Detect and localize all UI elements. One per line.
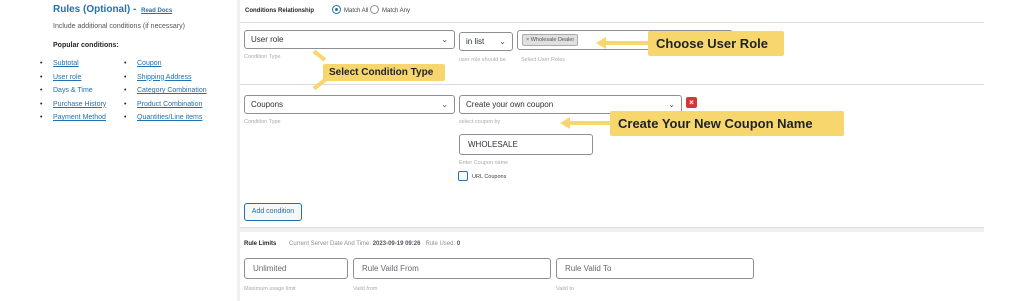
condition-link-purchase-history[interactable]: Purchase History [53, 101, 106, 108]
chevron-down-icon: ⌄ [441, 100, 448, 109]
list-item[interactable]: • Subtotal [40, 59, 106, 73]
bullet-icon: • [40, 60, 43, 67]
rule-used-value: 0 [456, 241, 461, 247]
list-item[interactable]: • Product Combination [124, 100, 207, 114]
condition-type-hint-2: Condition Type [244, 119, 281, 125]
bullet-icon: • [40, 114, 43, 121]
bullet-icon: • [124, 73, 127, 81]
condition-link-product-combination[interactable]: Product Combination [137, 101, 202, 108]
condition-link-days-time[interactable]: Days & Time [53, 87, 93, 94]
rules-title-text: Rules (Optional) [53, 4, 131, 15]
popular-conditions-label: Popular conditions: [53, 42, 119, 49]
condition-link-subtotal[interactable]: Subtotal [53, 60, 79, 67]
read-docs-link[interactable]: Read Docs [141, 8, 172, 14]
add-condition-button[interactable]: Add condition [244, 203, 302, 221]
condition-link-category-combination[interactable]: Category Combination [137, 87, 207, 94]
match-any-radio[interactable] [370, 5, 379, 14]
bullet-icon: • [124, 87, 127, 94]
callout-create-coupon-name: Create Your New Coupon Name [610, 111, 844, 136]
operator-hint: user role should be [459, 57, 506, 63]
condition-type-select-2[interactable]: Coupons ⌄ [244, 95, 455, 114]
condition-link-coupon[interactable]: Coupon [137, 60, 162, 67]
coupon-method-hint: select coupon by [459, 119, 501, 125]
coupon-name-hint: Enter Coupon name [459, 160, 509, 166]
rules-title-dash: - [133, 4, 137, 15]
condition-link-payment-method[interactable]: Payment Method [53, 114, 106, 121]
valid-from-hint: Vaild from [353, 286, 378, 292]
match-all-radio[interactable] [332, 5, 341, 14]
rules-sidebar: Rules (Optional) - Read Docs Include add… [40, 0, 237, 301]
bullet-icon: • [124, 100, 127, 108]
server-date-label: Current Server Date And Time: [289, 241, 372, 247]
coupon-name-input[interactable]: WHOLESALE [459, 134, 593, 155]
list-item[interactable]: • Days & Time [40, 86, 106, 100]
bullet-icon: • [40, 73, 43, 81]
valid-to-input[interactable]: Rule Valid To [556, 258, 754, 279]
chevron-down-icon: ⌄ [441, 35, 448, 44]
include-conditions-text: Include additional conditions (if necess… [53, 23, 185, 30]
rule-used-label: Rule Used: [425, 241, 456, 247]
operator-value: in list [466, 37, 485, 46]
callout-arrow-shaft [570, 121, 610, 125]
max-usage-input[interactable]: Unlimited [244, 258, 348, 279]
callout-select-condition-type: Select Condition Type [323, 64, 445, 81]
operator-select[interactable]: in list ⌄ [459, 32, 513, 51]
condition-type-value-2: Coupons [251, 100, 284, 109]
popular-conditions-list-1: • Subtotal • User role • Days & Time • Purch… [40, 59, 106, 127]
match-any-label: Match Any [382, 8, 411, 14]
list-item[interactable]: • Shipping Address [124, 73, 207, 87]
bullet-icon: • [40, 87, 43, 94]
condition-type-value-1: User role [251, 35, 284, 44]
list-item[interactable]: • Quantities/Line items [124, 113, 207, 127]
list-item[interactable]: • User role [40, 73, 106, 87]
valid-to-hint: Vaild to [556, 286, 574, 292]
condition-link-quantities[interactable]: Quantities/Line items [137, 114, 202, 121]
match-all-label: Match All [344, 8, 369, 14]
condition-row-divider [240, 84, 984, 85]
callout-arrow-shaft [606, 41, 648, 45]
wholesale-dealer-tag[interactable]: × Wholesale Dealer [522, 34, 579, 46]
rules-title: Rules (Optional) - Read Docs [53, 4, 172, 15]
rule-limits-label: Rule Limits [244, 241, 277, 247]
list-item[interactable]: • Purchase History [40, 100, 106, 114]
condition-link-shipping-address[interactable]: Shipping Address [137, 74, 191, 81]
remove-condition-button[interactable]: × [686, 97, 697, 108]
list-item[interactable]: • Payment Method [40, 113, 106, 127]
url-coupons-label: URL Coupons [472, 174, 507, 180]
arrow-left-icon [560, 117, 570, 129]
popular-conditions-list-2: • Coupon • Shipping Address • Category Comb… [124, 59, 207, 127]
list-item[interactable]: • Category Combination [124, 86, 207, 100]
right-blank [984, 0, 1024, 301]
chevron-down-icon: ⌄ [499, 37, 506, 46]
rule-limits-info: Current Server Date And Time: 2023-09-19… [289, 241, 460, 247]
bullet-icon: • [124, 114, 127, 121]
max-usage-hint: Maximum usage limit [244, 286, 296, 292]
bullet-icon: • [124, 60, 127, 67]
bullet-icon: • [40, 100, 43, 108]
arrow-left-icon [596, 37, 606, 49]
condition-type-hint-1: Condition Type [244, 54, 281, 60]
user-roles-hint: Select User Roles [521, 57, 566, 63]
conditions-relationship-bar: Conditions Relationship Match All Match … [240, 0, 984, 23]
url-coupons-checkbox[interactable] [458, 171, 468, 181]
callout-choose-user-role: Choose User Role [648, 31, 784, 56]
valid-from-input[interactable]: Rule Vaild From [353, 258, 551, 279]
server-date-value: 2023-09-19 09:26 [372, 241, 421, 247]
condition-link-user-role[interactable]: User role [53, 74, 81, 81]
conditions-relationship-label: Conditions Relationship [245, 8, 314, 14]
condition-type-select-1[interactable]: User role ⌄ [244, 30, 455, 49]
coupon-method-value: Create your own coupon [466, 100, 554, 109]
list-item[interactable]: • Coupon [124, 59, 207, 73]
